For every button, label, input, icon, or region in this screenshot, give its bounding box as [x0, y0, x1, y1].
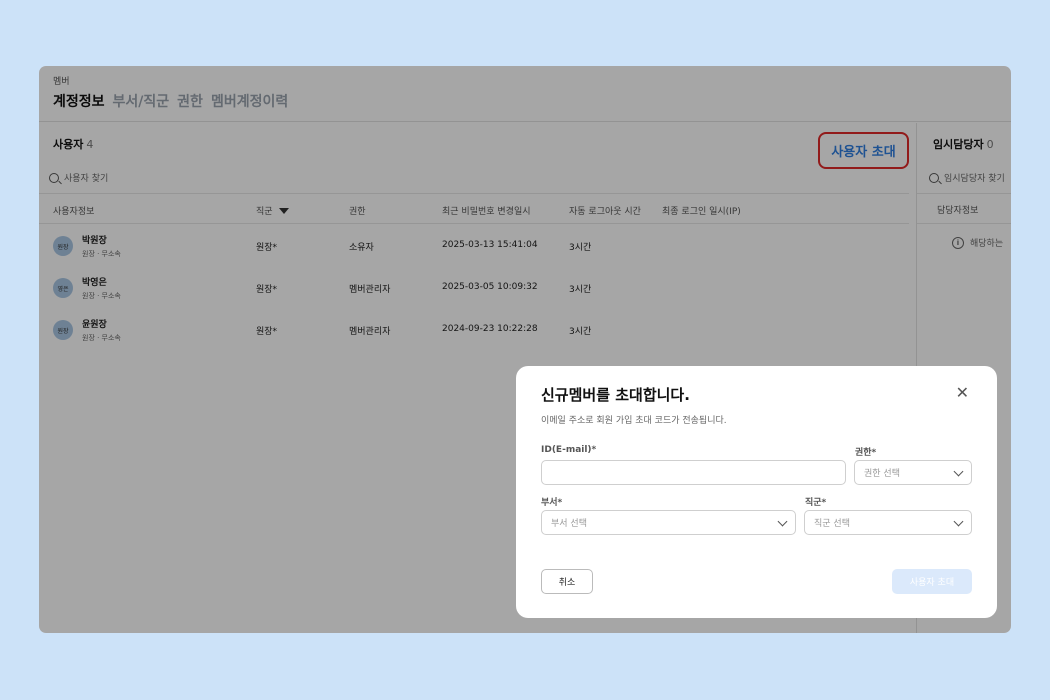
chevron-down-icon: [953, 516, 964, 527]
group-label: 직군*: [805, 498, 827, 508]
email-field[interactable]: [541, 460, 846, 485]
invite-member-modal: 신규멤버를 초대합니다. ✕ 이메일 주소로 회원 가입 초대 코드가 전송됩니…: [516, 366, 997, 618]
id-label: ID(E-mail)*: [541, 445, 597, 455]
group-placeholder: 직군 선택: [814, 519, 850, 529]
cancel-button[interactable]: 취소: [541, 569, 593, 594]
department-placeholder: 부서 선택: [551, 519, 587, 529]
modal-subtitle: 이메일 주소로 회원 가입 초대 코드가 전송됩니다.: [541, 416, 727, 426]
department-label: 부서*: [541, 498, 563, 508]
role-label: 권한*: [855, 448, 877, 458]
department-select[interactable]: 부서 선택: [541, 510, 796, 535]
chevron-down-icon: [953, 466, 964, 477]
modal-title: 신규멤버를 초대합니다.: [541, 386, 690, 404]
group-select[interactable]: 직군 선택: [804, 510, 972, 535]
role-select[interactable]: 권한 선택: [854, 460, 972, 485]
role-placeholder: 권한 선택: [864, 469, 900, 479]
submit-invite-button[interactable]: 사용자 초대: [892, 569, 972, 594]
chevron-down-icon: [777, 516, 788, 527]
close-icon[interactable]: ✕: [956, 385, 969, 401]
